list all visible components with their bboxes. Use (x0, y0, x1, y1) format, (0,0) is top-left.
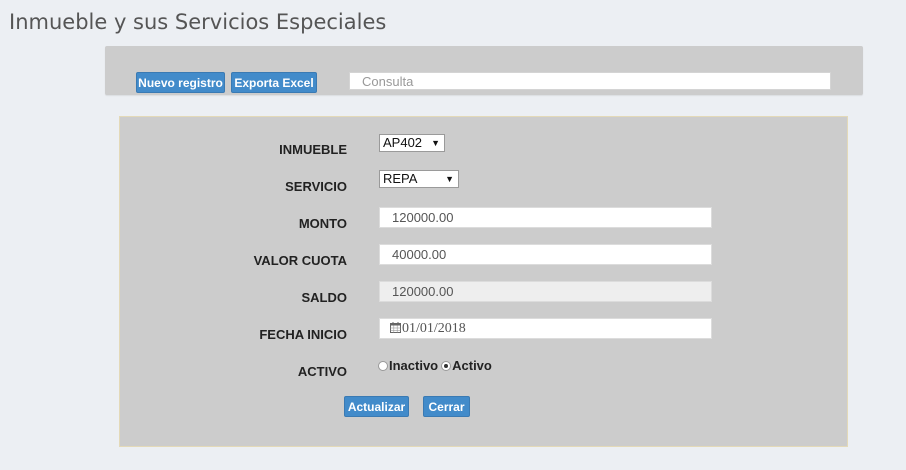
radio-activo-label[interactable]: Activo (452, 358, 492, 373)
inmueble-value: AP402 (383, 135, 423, 150)
valor-cuota-input[interactable]: 40000.00 (379, 244, 712, 265)
fecha-inicio-input[interactable]: 01/01/2018 (379, 318, 712, 339)
radio-inactivo[interactable] (378, 360, 388, 371)
monto-input[interactable]: 120000.00 (379, 207, 712, 228)
servicio-select[interactable]: REPA ▼ (379, 170, 459, 188)
toolbar: Nuevo registro Exporta Excel (105, 46, 863, 95)
inmueble-select[interactable]: AP402 ▼ (379, 134, 445, 152)
saldo-label: SALDO (301, 290, 348, 305)
dropdown-arrow-icon: ▼ (431, 138, 440, 148)
servicio-label: SERVICIO (285, 179, 347, 194)
edit-form-panel: INMUEBLE AP402 ▼ SERVICIO REPA ▼ MONTO 1… (119, 116, 848, 447)
radio-inactivo-label[interactable]: Inactivo (389, 358, 438, 373)
activo-radio-group: Inactivo Activo (378, 358, 495, 373)
monto-label: MONTO (298, 216, 347, 231)
valor-cuota-label: VALOR CUOTA (253, 253, 347, 268)
update-button[interactable]: Actualizar (344, 396, 409, 417)
dropdown-arrow-icon: ▼ (445, 174, 454, 184)
search-input[interactable] (349, 72, 831, 90)
export-excel-button[interactable]: Exporta Excel (231, 72, 317, 93)
new-record-button[interactable]: Nuevo registro (136, 72, 225, 93)
calendar-icon[interactable] (390, 322, 401, 333)
inmueble-label: INMUEBLE (279, 142, 347, 157)
close-button[interactable]: Cerrar (423, 396, 470, 417)
page-title: Inmueble y sus Servicios Especiales (9, 10, 387, 34)
fecha-inicio-value: 01/01/2018 (402, 321, 466, 336)
fecha-inicio-label: FECHA INICIO (259, 327, 347, 342)
activo-label: ACTIVO (297, 364, 347, 379)
radio-activo[interactable] (441, 360, 452, 371)
saldo-input: 120000.00 (379, 281, 712, 302)
servicio-value: REPA (383, 171, 418, 186)
